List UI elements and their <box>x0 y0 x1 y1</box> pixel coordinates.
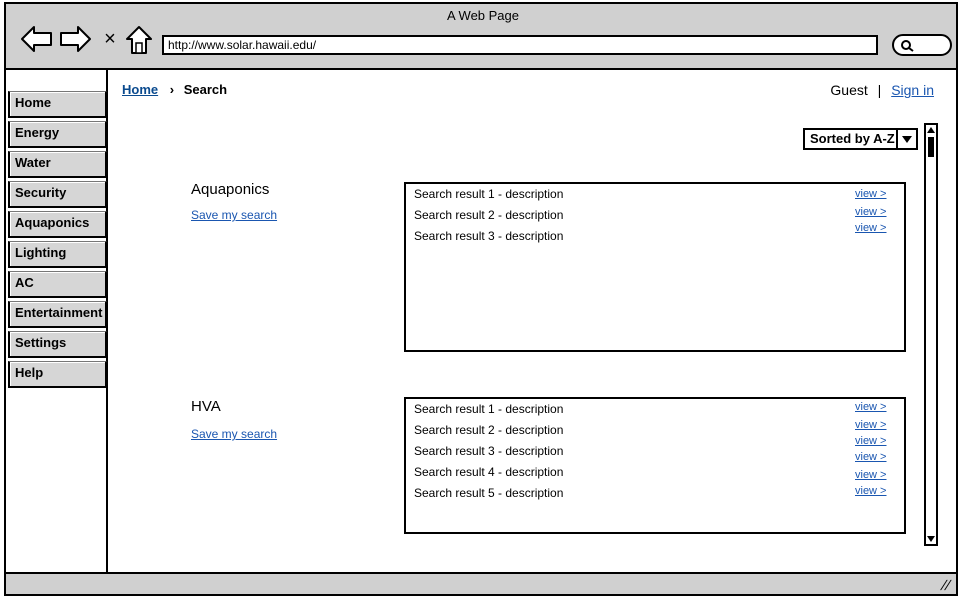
sidebar-item-home[interactable]: Home <box>8 91 107 118</box>
status-bar: // <box>4 572 958 596</box>
result-item[interactable]: Search result 5 - description <box>414 486 563 500</box>
breadcrumb-current: Search <box>183 82 228 97</box>
view-link[interactable]: view > <box>855 469 887 481</box>
result-item[interactable]: Search result 3 - description <box>414 229 563 243</box>
back-arrow-icon <box>21 26 52 52</box>
view-link[interactable]: view > <box>855 222 887 234</box>
result-item[interactable]: Search result 1 - description <box>414 187 563 201</box>
frame-border-left <box>4 68 6 574</box>
browser-toolbar: A Web Page × http://www.solar.hawaii.edu… <box>4 2 958 70</box>
user-separator: | <box>877 82 882 98</box>
address-bar[interactable]: http://www.solar.hawaii.edu/ <box>162 35 878 55</box>
scroll-thumb[interactable] <box>928 137 934 157</box>
chevron-right-icon: › <box>169 82 175 97</box>
forward-arrow-icon <box>60 26 91 52</box>
resize-grip-icon[interactable]: // <box>939 577 953 593</box>
save-search-link[interactable]: Save my search <box>191 427 277 441</box>
section-title: HVA <box>191 398 221 415</box>
sidebar-item-lighting[interactable]: Lighting <box>8 241 107 268</box>
frame-divider <box>4 68 958 70</box>
result-item[interactable]: Search result 1 - description <box>414 402 563 416</box>
sidebar-item-aquaponics[interactable]: Aquaponics <box>8 211 107 238</box>
forward-button[interactable] <box>58 24 92 54</box>
result-item[interactable]: Search result 4 - description <box>414 465 563 479</box>
sort-selected-value: Sorted by A-Z <box>810 131 895 146</box>
sort-dropdown[interactable]: Sorted by A-Z <box>803 128 918 150</box>
result-item[interactable]: Search result 2 - description <box>414 423 563 437</box>
results-box: Search result 1 - description Search res… <box>404 397 906 534</box>
home-button[interactable] <box>124 24 154 56</box>
scroll-down-arrow-icon[interactable] <box>926 534 936 544</box>
view-link[interactable]: view > <box>855 419 887 431</box>
breadcrumb-home-link[interactable]: Home <box>122 82 158 97</box>
sidebar-item-security[interactable]: Security <box>8 181 107 208</box>
sidebar-item-water[interactable]: Water <box>8 151 107 178</box>
result-item[interactable]: Search result 2 - description <box>414 208 563 222</box>
sidebar-item-entertainment[interactable]: Entertainment <box>8 301 107 328</box>
breadcrumb: Home › Search <box>122 82 227 97</box>
view-link[interactable]: view > <box>855 188 887 200</box>
frame-border-right <box>956 68 958 574</box>
result-item[interactable]: Search result 3 - description <box>414 444 563 458</box>
section-title: Aquaponics <box>191 181 270 198</box>
view-link[interactable]: view > <box>855 435 887 447</box>
scroll-up-arrow-icon[interactable] <box>926 125 936 135</box>
close-icon: × <box>104 28 116 50</box>
sign-in-link[interactable]: Sign in <box>891 82 934 98</box>
sidebar-item-energy[interactable]: Energy <box>8 121 107 148</box>
save-search-link[interactable]: Save my search <box>191 208 277 222</box>
results-box: Search result 1 - description Search res… <box>404 182 906 352</box>
search-icon <box>901 40 914 52</box>
view-link[interactable]: view > <box>855 451 887 463</box>
window-title: A Web Page <box>446 8 520 23</box>
sidebar-item-help[interactable]: Help <box>8 361 107 388</box>
vertical-scrollbar[interactable] <box>924 123 938 546</box>
sidebar-item-settings[interactable]: Settings <box>8 331 107 358</box>
sidebar-item-ac[interactable]: AC <box>8 271 107 298</box>
stop-button[interactable]: × <box>100 26 120 52</box>
view-link[interactable]: view > <box>855 206 887 218</box>
chevron-down-icon <box>896 130 916 148</box>
user-name: Guest <box>830 82 868 98</box>
browser-search-field[interactable] <box>892 34 952 56</box>
home-icon <box>126 26 152 54</box>
view-link[interactable]: view > <box>855 485 887 497</box>
view-link[interactable]: view > <box>855 401 887 413</box>
back-button[interactable] <box>20 24 54 54</box>
user-area: Guest | Sign in <box>830 82 934 98</box>
